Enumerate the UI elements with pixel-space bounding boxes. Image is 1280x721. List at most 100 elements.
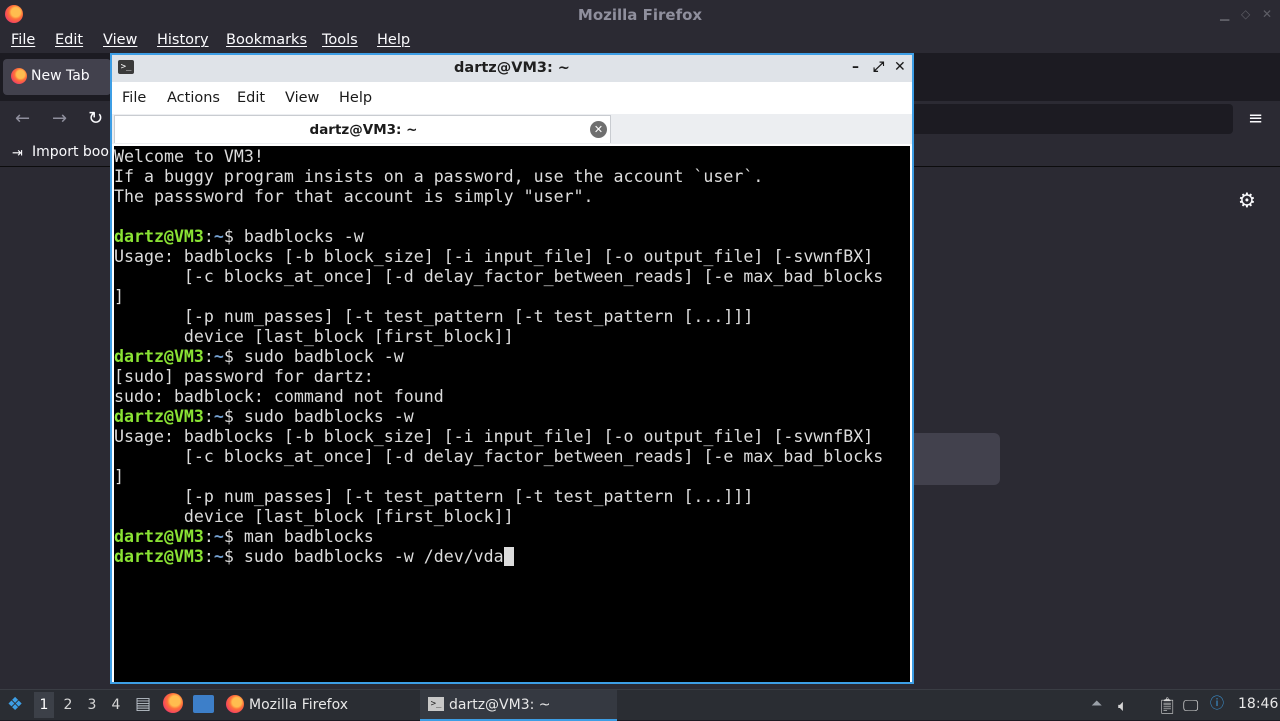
terminal-menu-file[interactable]: File — [122, 90, 146, 106]
terminal-line: Usage: badblocks [-b block_size] [-i inp… — [114, 247, 874, 266]
command-text: $ sudo badblocks -w /dev/vda — [223, 547, 504, 566]
taskbar-terminal-label: dartz@VM3: ~ — [449, 697, 551, 713]
taskbar-terminal[interactable]: >_ dartz@VM3: ~ — [420, 690, 617, 721]
terminal-window-title: dartz@VM3: ~ — [454, 60, 570, 76]
prompt-user: dartz@VM3 — [114, 227, 204, 246]
terminal-icon: >_ — [428, 697, 444, 711]
taskbar-firefox-label: Mozilla Firefox — [249, 697, 349, 713]
taskbar: ❖ 1 2 3 4 ▤ Mozilla Firefox >_ dartz@VM3… — [0, 689, 1280, 721]
file-manager-icon[interactable]: ▤ — [135, 694, 151, 714]
terminal-line: device [last_block [first_block]] — [114, 507, 514, 526]
update-notifier-icon[interactable]: ⓘ — [1210, 693, 1224, 713]
terminal-window: >_ dartz@VM3: ~ – ⤢ ✕ File Actions Edit … — [110, 53, 914, 684]
clock[interactable]: 18:46 — [1238, 696, 1278, 712]
maximize-icon[interactable]: ◇ — [1241, 7, 1250, 21]
menu-file[interactable]: File — [11, 32, 35, 48]
menu-history[interactable]: History — [157, 32, 209, 48]
gear-icon[interactable]: ⚙ — [1238, 188, 1256, 212]
prompt-user: dartz@VM3 — [114, 547, 204, 566]
desktop-icon[interactable] — [193, 695, 214, 713]
prompt-path: ~ — [213, 547, 224, 566]
terminal-tab[interactable]: dartz@VM3: ~ ✕ — [114, 115, 611, 143]
terminal-line: If a buggy program insists on a password… — [114, 167, 764, 186]
terminal-output[interactable]: Welcome to VM3! If a buggy program insist… — [114, 146, 910, 682]
firefox-window-title: Mozilla Firefox — [577, 6, 703, 24]
terminal-line: [sudo] password for dartz: — [114, 367, 374, 386]
tab-new-tab[interactable]: New Tab — [3, 59, 111, 95]
workspace-1[interactable]: 1 — [34, 692, 54, 718]
workspace-4[interactable]: 4 — [106, 697, 126, 713]
terminal-line: dartz@VM3:~$ sudo badblocks -w — [114, 407, 414, 426]
terminal-line: sudo: badblock: command not found — [114, 387, 444, 406]
terminal-menu-edit[interactable]: Edit — [237, 90, 265, 106]
menu-help[interactable]: Help — [377, 32, 410, 48]
reload-icon[interactable]: ↻ — [88, 108, 103, 129]
workspace-2[interactable]: 2 — [58, 697, 78, 713]
terminal-menu-view[interactable]: View — [285, 90, 319, 106]
clipboard-icon[interactable]: 📋︎ — [1157, 696, 1177, 715]
prompt-path: ~ — [213, 407, 224, 426]
import-bookmarks-link[interactable]: Import book — [32, 144, 117, 160]
volume-icon[interactable]: 🔈︎ — [1118, 696, 1128, 716]
prompt-user: dartz@VM3 — [114, 407, 204, 426]
tab-label: New Tab — [31, 68, 90, 84]
menu-bookmarks[interactable]: Bookmarks — [226, 32, 307, 48]
back-arrow-icon[interactable]: ← — [15, 108, 30, 129]
terminal-menu-actions[interactable]: Actions — [167, 90, 220, 106]
tab-close-icon[interactable]: ✕ — [590, 121, 607, 138]
terminal-line: ] — [114, 467, 124, 486]
prompt-user: dartz@VM3 — [114, 527, 204, 546]
terminal-line: dartz@VM3:~$ sudo badblocks -w /dev/vda — [114, 547, 910, 567]
hamburger-menu-icon[interactable]: ≡ — [1248, 108, 1263, 129]
url-bar[interactable] — [910, 104, 1233, 134]
firefox-menubar: File Edit View History Bookmarks Tools H… — [0, 29, 1280, 53]
terminal-line: The passsword for that account is simply… — [114, 187, 594, 206]
tray-up-icon[interactable]: ⏶ — [1091, 696, 1102, 712]
prompt-path: ~ — [213, 347, 224, 366]
taskbar-firefox[interactable]: Mozilla Firefox — [222, 690, 418, 721]
monitor-icon[interactable]: 🖵︎ — [1183, 696, 1198, 716]
firefox-logo-icon — [5, 5, 23, 23]
command-text: $ badblocks -w — [223, 227, 364, 246]
command-text: $ man badblocks — [223, 527, 374, 546]
import-icon: ⇥ — [12, 146, 23, 161]
terminal-line: dartz@VM3:~$ man badblocks — [114, 527, 374, 546]
shortcut-card[interactable] — [905, 433, 1000, 485]
terminal-line: Welcome to VM3! — [114, 147, 264, 166]
minimize-icon[interactable]: – — [852, 59, 859, 75]
close-icon[interactable]: ✕ — [894, 59, 906, 75]
terminal-line: Usage: badblocks [-b block_size] [-i inp… — [114, 427, 874, 446]
menu-tools[interactable]: Tools — [322, 32, 358, 48]
terminal-menu-help[interactable]: Help — [339, 90, 372, 106]
text-cursor — [503, 547, 514, 566]
terminal-menubar: File Actions Edit View Help — [112, 82, 912, 114]
prompt-user: dartz@VM3 — [114, 347, 204, 366]
command-text: $ sudo badblocks -w — [223, 407, 414, 426]
menu-edit[interactable]: Edit — [55, 32, 83, 48]
terminal-line: ] — [114, 287, 124, 306]
terminal-line: [-c blocks_at_once] [-d delay_factor_bet… — [114, 267, 884, 286]
prompt-path: ~ — [213, 527, 224, 546]
terminal-tabbar: dartz@VM3: ~ ✕ — [112, 114, 912, 144]
terminal-titlebar: >_ dartz@VM3: ~ – ⤢ ✕ — [112, 55, 912, 82]
close-icon[interactable]: ✕ — [1262, 7, 1272, 21]
maximize-icon[interactable]: ⤢ — [873, 59, 884, 75]
firefox-icon — [226, 695, 244, 713]
workspace-3[interactable]: 3 — [82, 697, 102, 713]
terminal-line: [-p num_passes] [-t test_pattern [-t tes… — [114, 307, 754, 326]
terminal-line: dartz@VM3:~$ badblocks -w — [114, 227, 364, 246]
terminal-tab-label: dartz@VM3: ~ — [309, 122, 418, 138]
firefox-launcher-icon[interactable] — [163, 693, 183, 713]
menu-view[interactable]: View — [103, 32, 137, 48]
minimize-icon[interactable]: ▁ — [1220, 7, 1229, 21]
terminal-line: [-p num_passes] [-t test_pattern [-t tes… — [114, 487, 754, 506]
terminal-line: [-c blocks_at_once] [-d delay_factor_bet… — [114, 447, 884, 466]
start-menu-icon[interactable]: ❖ — [7, 694, 23, 715]
terminal-line: device [last_block [first_block]] — [114, 327, 514, 346]
command-text: $ sudo badblock -w — [223, 347, 404, 366]
firefox-titlebar: Mozilla Firefox — [0, 0, 1280, 29]
prompt-path: ~ — [213, 227, 224, 246]
terminal-line: dartz@VM3:~$ sudo badblock -w — [114, 347, 404, 366]
forward-arrow-icon[interactable]: → — [52, 108, 67, 129]
